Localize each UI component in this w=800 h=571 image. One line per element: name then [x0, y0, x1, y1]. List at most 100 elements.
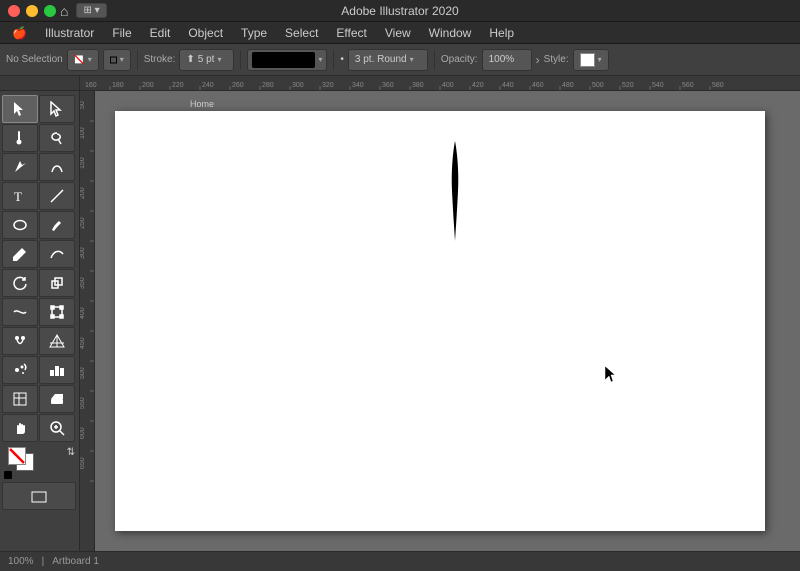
column-graph-tool[interactable]: [39, 356, 75, 384]
workspace-switcher[interactable]: ⊞ ▾: [76, 3, 106, 18]
fill-swatch[interactable]: [8, 447, 26, 465]
menu-help[interactable]: Help: [481, 24, 522, 42]
style-button[interactable]: ▾: [573, 49, 609, 71]
brush-profile-arrow: ▾: [410, 55, 414, 64]
statusbar-artboard: Artboard 1: [52, 556, 99, 567]
brush-dropdown-arrow: ▾: [318, 55, 322, 64]
svg-text:260: 260: [232, 82, 244, 89]
tool-row-pencil: [2, 240, 77, 268]
hand-tool[interactable]: [2, 414, 38, 442]
menu-select[interactable]: Select: [277, 24, 326, 42]
brush-stroke-preview: [252, 52, 315, 68]
statusbar-sep: |: [42, 556, 45, 567]
menu-type[interactable]: Type: [233, 24, 275, 42]
stroke-value-input[interactable]: ⬆ 5 pt ▾: [179, 49, 234, 71]
tool-row-pen: [2, 153, 77, 181]
svg-text:500: 500: [80, 367, 86, 379]
stroke-color-button[interactable]: ▾: [103, 49, 131, 71]
svg-text:520: 520: [622, 82, 634, 89]
svg-text:360: 360: [382, 82, 394, 89]
menu-view[interactable]: View: [377, 24, 419, 42]
ellipse-tool[interactable]: [2, 211, 38, 239]
svg-text:300: 300: [292, 82, 304, 89]
tool-row-symbol: [2, 356, 77, 384]
swap-fill-stroke[interactable]: ⇅: [67, 447, 75, 458]
menu-edit[interactable]: Edit: [142, 24, 179, 42]
brush-preview-button[interactable]: ▾: [247, 49, 327, 71]
svg-text:160: 160: [85, 82, 97, 89]
stroke-color-arrow: ▾: [120, 55, 124, 64]
close-button[interactable]: [8, 5, 20, 17]
selection-tool[interactable]: [2, 95, 38, 123]
pen-tool[interactable]: [2, 153, 38, 181]
fill-color-button[interactable]: ▾: [67, 49, 99, 71]
fill-stroke-group: ⇅: [2, 445, 77, 481]
canvas-row: T: [0, 91, 800, 551]
direct-selection-tool[interactable]: [39, 95, 75, 123]
symbol-sprayer-tool[interactable]: [2, 356, 38, 384]
control-toolbar: No Selection ▾ ▾ Stroke: ⬆ 5 pt ▾ ▾ •: [0, 44, 800, 76]
magic-wand-tool[interactable]: [2, 124, 38, 152]
maximize-button[interactable]: [44, 5, 56, 17]
minimize-button[interactable]: [26, 5, 38, 17]
brush-profile-button[interactable]: 3 pt. Round ▾: [348, 49, 428, 71]
stroke-label: Stroke:: [144, 54, 176, 65]
content-area: 160 180 200 220 240 260 280 300: [0, 76, 800, 551]
menu-object[interactable]: Object: [180, 24, 231, 42]
svg-text:440: 440: [502, 82, 514, 89]
lasso-tool[interactable]: [39, 124, 75, 152]
warp-tool[interactable]: [2, 298, 38, 326]
app-icon-area: ⌂ ⊞ ▾: [60, 3, 107, 19]
statusbar: 100% | Artboard 1: [0, 551, 800, 571]
curvature-tool[interactable]: [39, 153, 75, 181]
sep-2: [240, 50, 241, 70]
opacity-more-button[interactable]: ›: [536, 53, 540, 67]
perspective-grid-tool[interactable]: [39, 327, 75, 355]
style-swatch: [580, 53, 595, 67]
svg-text:650: 650: [80, 457, 86, 469]
line-segment-tool[interactable]: [39, 182, 75, 210]
fill-dropdown-arrow: ▾: [88, 55, 92, 64]
opacity-value: 100%: [489, 54, 515, 65]
svg-text:200: 200: [80, 187, 86, 199]
eraser-tool[interactable]: [39, 385, 75, 413]
window-title: Adobe Illustrator 2020: [341, 4, 458, 18]
menu-window[interactable]: Window: [421, 24, 480, 42]
slice-tool[interactable]: [2, 385, 38, 413]
svg-text:220: 220: [172, 82, 184, 89]
menubar: 🍎 Illustrator File Edit Object Type Sele…: [0, 22, 800, 44]
svg-text:T: T: [14, 189, 22, 204]
opacity-input[interactable]: 100%: [482, 49, 532, 71]
svg-text:150: 150: [80, 157, 86, 169]
svg-text:100: 100: [80, 127, 86, 139]
reset-colors[interactable]: [4, 471, 12, 479]
paintbrush-tool[interactable]: [39, 211, 75, 239]
smooth-tool[interactable]: [39, 240, 75, 268]
tool-row-puppet: [2, 327, 77, 355]
rotate-tool[interactable]: [2, 269, 38, 297]
scale-tool[interactable]: [39, 269, 75, 297]
menu-file[interactable]: File: [104, 24, 139, 42]
menu-apple[interactable]: 🍎: [4, 24, 35, 42]
svg-text:480: 480: [562, 82, 574, 89]
ruler-corner: [0, 76, 80, 91]
screen-mode-button[interactable]: [2, 482, 76, 510]
menu-effect[interactable]: Effect: [328, 24, 374, 42]
brush-stroke: [445, 141, 465, 244]
type-tool[interactable]: T: [2, 182, 38, 210]
canvas-area[interactable]: Home: [95, 91, 800, 551]
zoom-tool[interactable]: [39, 414, 75, 442]
canvas-cursor: [605, 366, 617, 382]
tool-row-selection: [2, 95, 77, 123]
svg-text:200: 200: [142, 82, 154, 89]
puppet-warp-tool[interactable]: [2, 327, 38, 355]
free-transform-tool[interactable]: [39, 298, 75, 326]
sep-3: [333, 50, 334, 70]
svg-text:340: 340: [352, 82, 364, 89]
brush-size-dot: •: [340, 54, 344, 65]
svg-text:540: 540: [652, 82, 664, 89]
menu-app-name[interactable]: Illustrator: [37, 24, 102, 42]
pencil-tool[interactable]: [2, 240, 38, 268]
svg-text:50: 50: [80, 101, 86, 109]
svg-text:600: 600: [80, 427, 86, 439]
